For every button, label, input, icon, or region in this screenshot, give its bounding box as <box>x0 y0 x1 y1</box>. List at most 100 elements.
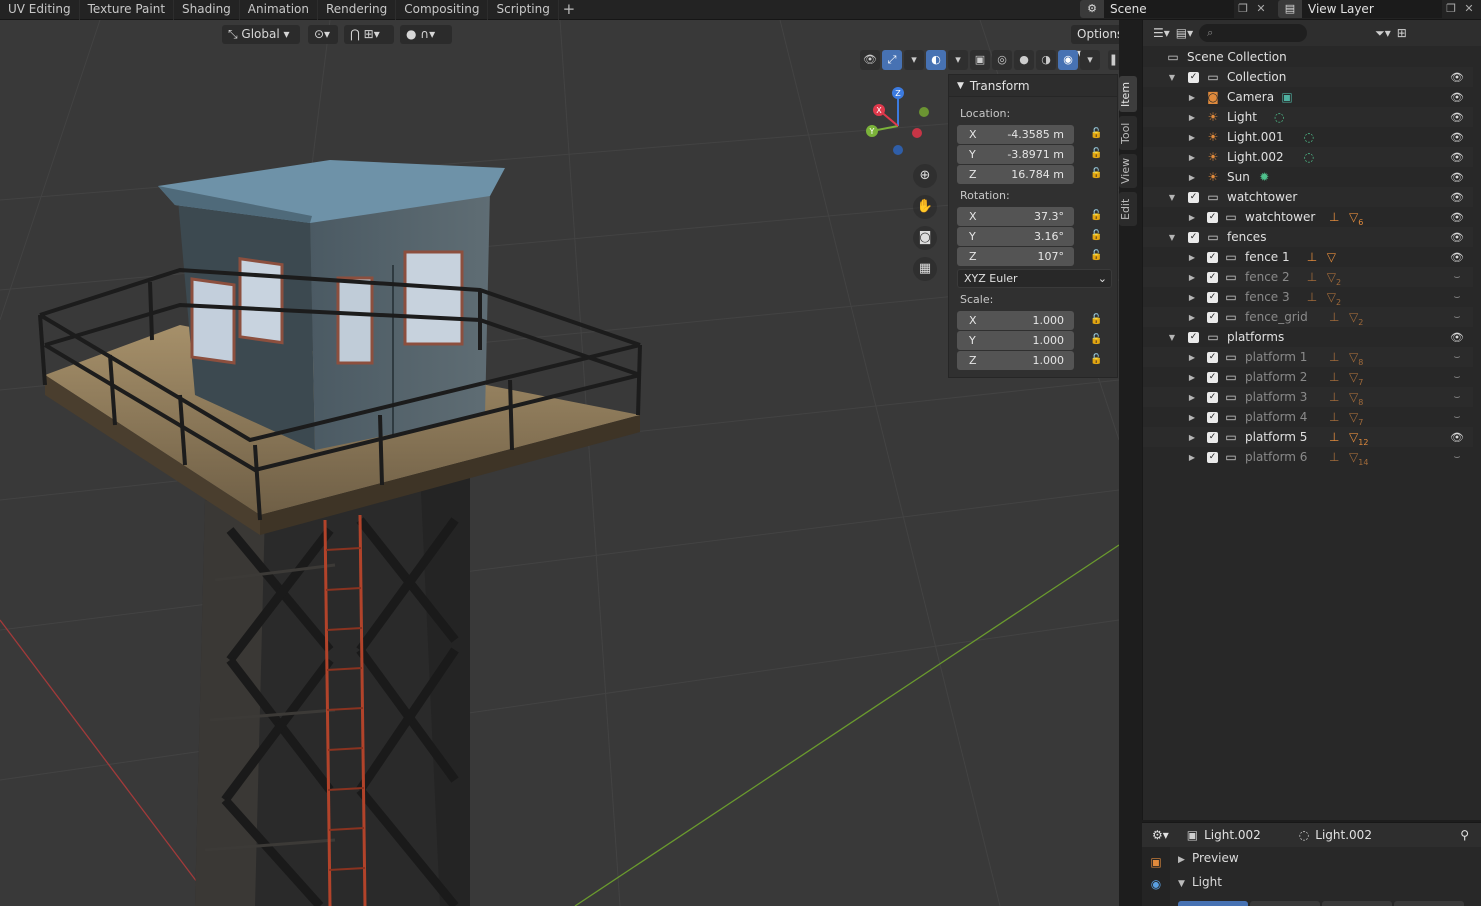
outliner-row[interactable]: ▼ ✓ ▭ watchtower 👁 <box>1143 187 1473 207</box>
outliner-row[interactable]: ▶ ✓ ▭ platform 3 ⊥ ▽8 ⌣ <box>1143 387 1473 407</box>
outliner-row[interactable]: ▶ ✓ ▭ fence 3 ⊥ ▽2 ⌣ <box>1143 287 1473 307</box>
tab-scripting[interactable]: Scripting <box>488 0 559 20</box>
rotation-x-field[interactable]: X 37.3° <box>957 207 1074 226</box>
lock-icon[interactable]: 🔓 <box>1090 210 1104 224</box>
tab-shading[interactable]: Shading <box>174 0 240 20</box>
xray-toggle-icon[interactable]: ▣ <box>970 50 990 70</box>
visibility-eye-icon[interactable]: 👁 <box>1450 211 1464 224</box>
outliner-row[interactable]: ▶ ✓ ▭ fence 1 ⊥ ▽ 👁 <box>1143 247 1473 267</box>
wireframe-shading-icon[interactable]: ◎ <box>992 50 1012 70</box>
tab-tool[interactable]: Tool <box>1119 116 1137 150</box>
visibility-eye-icon[interactable]: 👁 <box>1450 191 1464 204</box>
expand-triangle-icon[interactable]: ▼ <box>1167 333 1177 342</box>
outliner-row[interactable]: ▶ ☀ Sun ✹ 👁 <box>1143 167 1473 187</box>
hidden-eye-icon[interactable]: ⌣ <box>1450 370 1464 384</box>
navigation-gizmo[interactable]: Z X Y <box>860 86 940 166</box>
exclude-checkbox[interactable]: ✓ <box>1207 271 1218 283</box>
preview-section[interactable]: ▶ Preview <box>1178 847 1474 869</box>
outliner-row[interactable]: ▶ ✓ ▭ watchtower ⊥ ▽6 👁 <box>1143 207 1473 227</box>
scale-z-field[interactable]: Z 1.000 <box>957 351 1074 370</box>
delete-view-layer-icon[interactable]: ✕ <box>1460 0 1478 18</box>
add-workspace-button[interactable]: + <box>559 0 579 20</box>
collapse-triangle-icon[interactable]: ▶ <box>1187 153 1197 162</box>
options-dropdown[interactable]: Options ▾ <box>1071 25 1119 60</box>
lock-icon[interactable]: 🔓 <box>1090 314 1104 328</box>
rotation-y-field[interactable]: Y 3.16° <box>957 227 1074 246</box>
collapse-triangle-icon[interactable]: ▶ <box>1187 253 1197 262</box>
outliner-row[interactable]: ▶ ☀ Light ◌ 👁 <box>1143 107 1473 127</box>
view-layer-name-field[interactable]: View Layer <box>1302 0 1442 18</box>
exclude-checkbox[interactable]: ✓ <box>1188 191 1199 203</box>
new-collection-icon[interactable]: ⊞ <box>1397 26 1407 40</box>
exclude-checkbox[interactable]: ✓ <box>1207 391 1218 403</box>
exclude-checkbox[interactable]: ✓ <box>1188 71 1199 83</box>
lock-icon[interactable]: 🔓 <box>1090 128 1104 142</box>
visibility-eye-icon[interactable]: 👁 <box>1450 131 1464 144</box>
outliner-row[interactable]: ▶ ✓ ▭ platform 4 ⊥ ▽7 ⌣ <box>1143 407 1473 427</box>
collapse-triangle-icon[interactable]: ▶ <box>1187 393 1197 402</box>
visibility-eye-icon[interactable]: 👁 <box>1450 231 1464 244</box>
light-properties-tab-icon[interactable]: ◉ <box>1142 877 1170 891</box>
collapse-triangle-icon[interactable]: ▶ <box>1187 433 1197 442</box>
3d-viewport[interactable]: ⤡ Global ▾ ⊙▾ ⋂ ⊞▾ ● ∩▾ Options ▾ 👁 ⤢ ▾ … <box>0 20 1119 906</box>
rotation-z-field[interactable]: Z 107° <box>957 247 1074 266</box>
ortho-grid-icon[interactable]: ▦ <box>913 257 937 281</box>
outliner-row[interactable]: ▶ ✓ ▭ platform 6 ⊥ ▽14 ⌣ <box>1143 447 1473 467</box>
solid-shading-icon[interactable]: ● <box>1014 50 1034 70</box>
outliner-row[interactable]: ▼ ✓ ▭ Collection 👁 <box>1143 67 1473 87</box>
collapse-triangle-icon[interactable]: ▶ <box>1187 173 1197 182</box>
tab-texture-paint[interactable]: Texture Paint <box>80 0 175 20</box>
location-x-field[interactable]: X -4.3585 m <box>957 125 1074 144</box>
lock-icon[interactable]: 🔓 <box>1090 168 1104 182</box>
location-y-field[interactable]: Y -3.8971 m <box>957 145 1074 164</box>
visibility-icon[interactable]: 👁 <box>860 50 880 70</box>
tab-compositing[interactable]: Compositing <box>396 0 489 20</box>
rendered-shading-icon[interactable]: ◉ <box>1058 50 1078 70</box>
lock-icon[interactable]: 🔓 <box>1090 148 1104 162</box>
exclude-checkbox[interactable]: ✓ <box>1207 431 1218 443</box>
camera-view-icon[interactable]: ◙ <box>913 226 937 250</box>
exclude-checkbox[interactable]: ✓ <box>1207 211 1218 223</box>
collapse-triangle-icon[interactable]: ▶ <box>1187 273 1197 282</box>
outliner-row[interactable]: ▶ ☀ Light.001 ◌ 👁 <box>1143 127 1473 147</box>
outliner-row[interactable]: ▶ ✓ ▭ platform 1 ⊥ ▽8 ⌣ <box>1143 347 1473 367</box>
tab-rendering[interactable]: Rendering <box>318 0 397 20</box>
transform-orientation-dropdown[interactable]: ⤡ Global ▾ <box>222 25 300 44</box>
filter-icon[interactable]: ⏷▾ <box>1375 26 1391 41</box>
material-preview-icon[interactable]: ◑ <box>1036 50 1056 70</box>
exclude-checkbox[interactable]: ✓ <box>1188 231 1199 243</box>
scale-y-field[interactable]: Y 1.000 <box>957 331 1074 350</box>
tab-uv-editing[interactable]: UV Editing <box>0 0 80 20</box>
pivot-point-dropdown[interactable]: ⊙▾ <box>308 25 338 44</box>
snapping-toggle[interactable]: ⋂ ⊞▾ <box>344 25 394 44</box>
gizmo-toggle-icon[interactable]: ⤢ <box>882 50 902 70</box>
light-type-tab[interactable] <box>1322 901 1392 906</box>
exclude-checkbox[interactable]: ✓ <box>1207 451 1218 463</box>
collapse-triangle-icon[interactable]: ▶ <box>1187 93 1197 102</box>
tab-animation[interactable]: Animation <box>240 0 318 20</box>
outliner-row[interactable]: ▶ ◙ Camera ▣ 👁 <box>1143 87 1473 107</box>
outliner-row[interactable]: ▶ ✓ ▭ fence 2 ⊥ ▽2 ⌣ <box>1143 267 1473 287</box>
expand-triangle-icon[interactable]: ▼ <box>1167 233 1177 242</box>
visibility-eye-icon[interactable]: 👁 <box>1450 71 1464 84</box>
rotation-mode-dropdown[interactable]: XYZ Euler ⌄ <box>957 269 1112 288</box>
pin-icon[interactable]: ⚲ <box>1460 828 1469 842</box>
outliner-search-input[interactable]: ⌕ <box>1199 24 1308 42</box>
visibility-eye-icon[interactable]: 👁 <box>1450 251 1464 264</box>
exclude-checkbox[interactable]: ✓ <box>1207 291 1218 303</box>
exclude-checkbox[interactable]: ✓ <box>1188 331 1199 343</box>
outliner-row[interactable]: ▶ ✓ ▭ platform 5 ⊥ ▽12 👁 <box>1143 427 1473 447</box>
exclude-checkbox[interactable]: ✓ <box>1207 411 1218 423</box>
gizmo-dropdown-icon[interactable]: ▾ <box>904 50 924 70</box>
delete-scene-icon[interactable]: ✕ <box>1252 0 1270 18</box>
scene-collection-row[interactable]: ▭ Scene Collection <box>1143 47 1473 67</box>
light-section[interactable]: ▼ Light <box>1178 871 1474 893</box>
location-z-field[interactable]: Z 16.784 m <box>957 165 1074 184</box>
lock-icon[interactable]: 🔓 <box>1090 250 1104 264</box>
hidden-eye-icon[interactable]: ⌣ <box>1450 350 1464 364</box>
exclude-checkbox[interactable]: ✓ <box>1207 351 1218 363</box>
visibility-eye-icon[interactable]: 👁 <box>1450 111 1464 124</box>
collapse-triangle-icon[interactable]: ▶ <box>1187 453 1197 462</box>
visibility-eye-icon[interactable]: 👁 <box>1450 331 1464 344</box>
outliner-row[interactable]: ▶ ☀ Light.002 ◌ 👁 <box>1143 147 1473 167</box>
